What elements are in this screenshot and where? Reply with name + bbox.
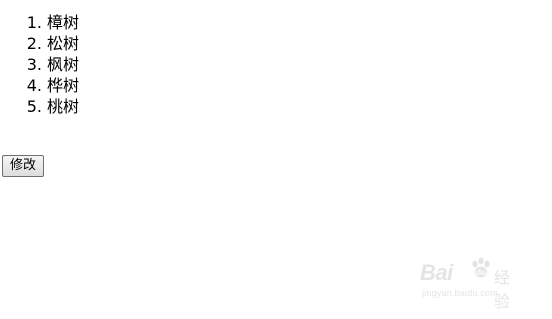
list-item-number: 3.	[26, 55, 42, 74]
list-item-number: 4.	[26, 76, 42, 95]
modify-button[interactable]: 修改	[2, 155, 45, 177]
list-item: 4. 桦树	[24, 75, 79, 96]
watermark-brand: Bai	[420, 260, 453, 285]
list-item-number: 1.	[26, 13, 42, 32]
list-item: 5. 桃树	[24, 96, 79, 117]
list-item-label: 樟树	[47, 13, 80, 32]
list-item-number: 5.	[26, 97, 42, 116]
svg-text:du: du	[476, 268, 486, 277]
watermark-suffix: 经验	[494, 268, 511, 311]
list-item: 1. 樟树	[24, 12, 79, 33]
list-item-label: 枫树	[47, 55, 80, 74]
baidu-jingyan-watermark: Bai du 经验 jingyan.baidu.com	[420, 256, 524, 311]
list-item-label: 松树	[47, 34, 80, 53]
paw-logo-icon: du	[468, 256, 494, 286]
watermark-url: jingyan.baidu.com	[422, 288, 498, 298]
list-item-label: 桦树	[47, 76, 80, 95]
tree-list: 1. 樟树 2. 松树 3. 枫树 4. 桦树 5. 桃树	[4, 12, 79, 117]
list-item-number: 2.	[26, 34, 42, 53]
list-item: 2. 松树	[24, 33, 79, 54]
list-item: 3. 枫树	[24, 54, 79, 75]
list-item-label: 桃树	[47, 97, 80, 116]
